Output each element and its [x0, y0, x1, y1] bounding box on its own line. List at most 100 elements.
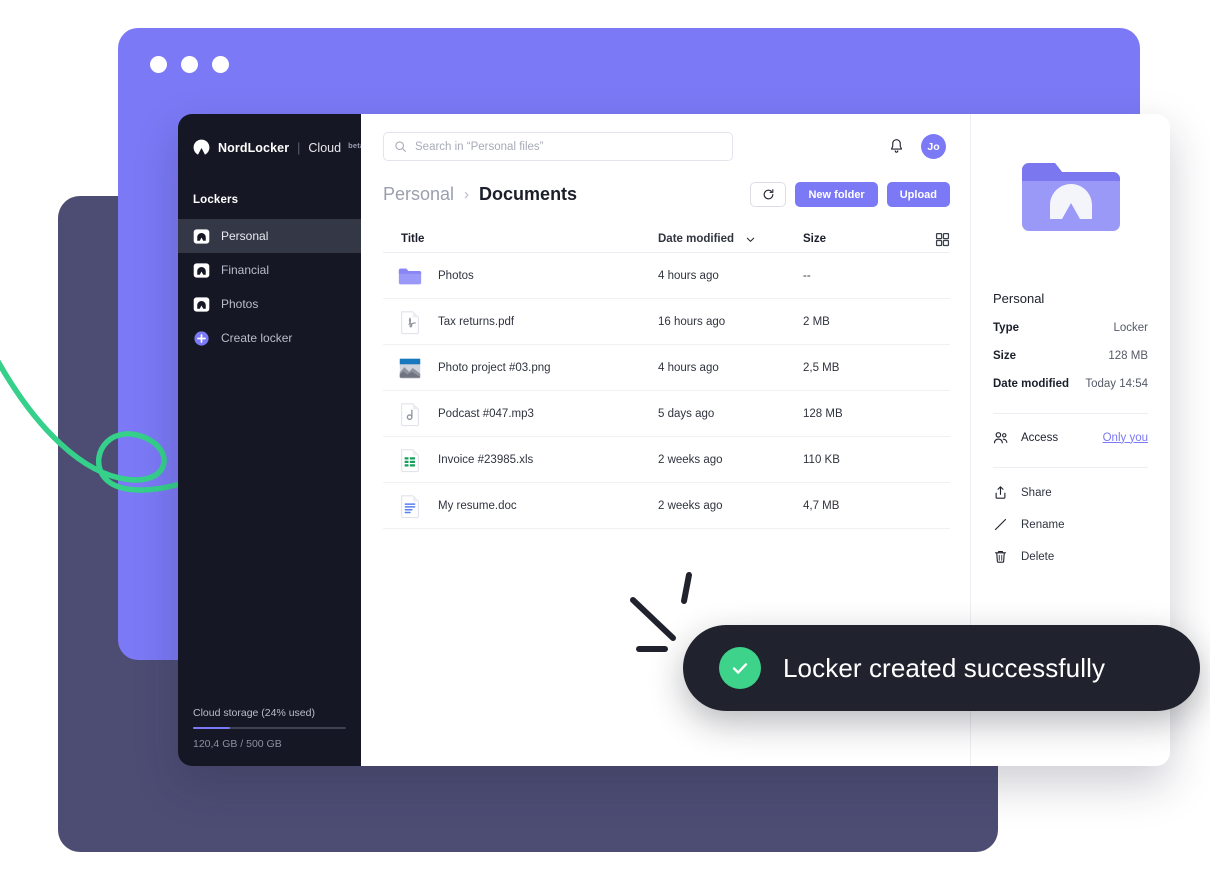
locker-icon: [193, 296, 210, 312]
file-name-cell: Invoice #23985.xls: [383, 447, 658, 473]
property-key: Date modified: [993, 378, 1070, 390]
divider: [993, 413, 1148, 414]
file-table: Title Date modified Size Photos 4 hours …: [383, 226, 950, 529]
storage-progress-fill: [193, 727, 230, 729]
breadcrumb: Personal › Documents New folder Upload: [361, 161, 970, 207]
pdf-file-icon: [401, 310, 419, 334]
sidebar-item-label: Create locker: [221, 331, 293, 345]
toolbar-actions: New folder Upload: [750, 182, 950, 207]
file-name: Podcast #047.mp3: [438, 407, 534, 420]
people-icon: [993, 432, 1008, 444]
plus-circle-icon: [194, 330, 209, 346]
search-bar[interactable]: [383, 132, 733, 161]
property-key: Size: [993, 350, 1017, 362]
avatar[interactable]: Jo: [921, 134, 946, 159]
storage-label: Cloud storage (24% used): [193, 707, 315, 719]
detail-property-date-modified: Date modified Today 14:54: [993, 378, 1148, 390]
brand-logo[interactable]: NordLocker | Cloud beta: [178, 114, 364, 157]
detail-thumbnail: [993, 158, 1148, 238]
bell-icon[interactable]: [889, 138, 904, 155]
file-size: 128 MB: [803, 407, 843, 420]
file-size: 110 KB: [803, 453, 840, 466]
file-date: 2 weeks ago: [658, 499, 723, 512]
breadcrumb-parent[interactable]: Personal: [383, 184, 454, 205]
column-header-size[interactable]: Size: [803, 233, 922, 245]
action-label: Rename: [1021, 518, 1065, 531]
new-folder-button[interactable]: New folder: [795, 182, 878, 207]
table-header: Title Date modified Size: [383, 226, 950, 253]
traffic-light-maximize[interactable]: [212, 56, 229, 73]
column-header-date-label: Date modified: [658, 233, 735, 245]
nordlocker-mountain-icon: [193, 139, 210, 155]
breadcrumb-separator: ›: [464, 186, 470, 203]
sidebar-item-personal[interactable]: Personal: [178, 219, 361, 253]
cloud-storage-widget: Cloud storage (24% used) 120,4 GB / 500 …: [178, 707, 361, 766]
traffic-light-minimize[interactable]: [181, 56, 198, 73]
file-size: 4,7 MB: [803, 499, 840, 512]
property-value: 128 MB: [1108, 350, 1148, 362]
page-title: Documents: [479, 184, 578, 204]
delete-action[interactable]: Delete: [993, 549, 1148, 564]
chevron-down-icon[interactable]: [745, 234, 756, 245]
table-row[interactable]: Photos 4 hours ago --: [383, 253, 950, 299]
sidebar-item-label: Photos: [221, 297, 259, 311]
file-name-cell: Podcast #047.mp3: [383, 401, 658, 427]
toast-message: Locker created successfully: [783, 652, 1106, 683]
brand-separator: |: [297, 140, 301, 155]
file-date: 2 weeks ago: [658, 453, 723, 466]
share-action[interactable]: Share: [993, 485, 1148, 500]
trash-icon: [994, 550, 1007, 563]
traffic-light-close[interactable]: [150, 56, 167, 73]
table-row[interactable]: Podcast #047.mp3 5 days ago 128 MB: [383, 391, 950, 437]
file-size: 2,5 MB: [803, 361, 840, 374]
folder-icon: [398, 268, 422, 284]
file-name: My resume.doc: [438, 499, 517, 512]
top-bar: Jo: [361, 114, 970, 161]
detail-property-size: Size 128 MB: [993, 350, 1148, 362]
column-header-title[interactable]: Title: [383, 233, 658, 245]
search-icon: [395, 141, 406, 152]
locker-icon: [193, 228, 210, 244]
upload-button[interactable]: Upload: [886, 182, 950, 207]
sidebar: NordLocker | Cloud beta Lockers Personal: [178, 114, 364, 766]
column-header-date[interactable]: Date modified: [658, 233, 803, 245]
toast-notification: Locker created successfully: [683, 625, 1200, 711]
sidebar-locker-list: Personal Financial Photos Create locker: [178, 219, 361, 355]
file-date: 5 days ago: [658, 407, 715, 420]
grid-view-toggle[interactable]: [922, 232, 950, 247]
table-row[interactable]: Invoice #23985.xls 2 weeks ago 110 KB: [383, 437, 950, 483]
share-icon: [995, 486, 1006, 499]
sidebar-item-photos[interactable]: Photos: [178, 287, 361, 321]
pencil-icon: [994, 518, 1007, 531]
table-row[interactable]: Tax returns.pdf 16 hours ago 2 MB: [383, 299, 950, 345]
screenshot-stage: NordLocker | Cloud beta Lockers Personal: [0, 0, 1210, 880]
access-label: Access: [1021, 431, 1059, 444]
search-input[interactable]: [415, 140, 722, 153]
table-row[interactable]: Photo project #03.png 4 hours ago 2,5 MB: [383, 345, 950, 391]
file-date: 16 hours ago: [658, 315, 726, 328]
access-value-link[interactable]: Only you: [1103, 432, 1148, 444]
locker-icon: [193, 262, 210, 278]
storage-progress-bar: [193, 727, 346, 729]
divider: [993, 467, 1148, 468]
spreadsheet-file-icon: [401, 448, 419, 472]
audio-file-icon: [401, 402, 419, 426]
sidebar-item-financial[interactable]: Financial: [178, 253, 361, 287]
rename-action[interactable]: Rename: [993, 517, 1148, 532]
property-value: Locker: [1113, 322, 1148, 334]
image-file-icon: [399, 358, 421, 378]
refresh-button[interactable]: [750, 182, 787, 207]
table-row[interactable]: My resume.doc 2 weeks ago 4,7 MB: [383, 483, 950, 529]
locker-folder-icon: [1021, 163, 1120, 231]
avatar-initials: Jo: [927, 140, 940, 153]
file-name-cell: Photos: [383, 263, 658, 289]
window-traffic-lights: [150, 56, 229, 73]
action-label: Share: [1021, 486, 1052, 499]
detail-actions: Share Rename Delete: [993, 485, 1148, 564]
storage-detail: 120,4 GB / 500 GB: [193, 738, 282, 750]
detail-property-type: Type Locker: [993, 322, 1148, 334]
file-name-cell: My resume.doc: [383, 493, 658, 519]
sidebar-section-title: Lockers: [193, 194, 239, 206]
brand-name: NordLocker: [218, 140, 290, 155]
sidebar-item-create-locker[interactable]: Create locker: [178, 321, 361, 355]
